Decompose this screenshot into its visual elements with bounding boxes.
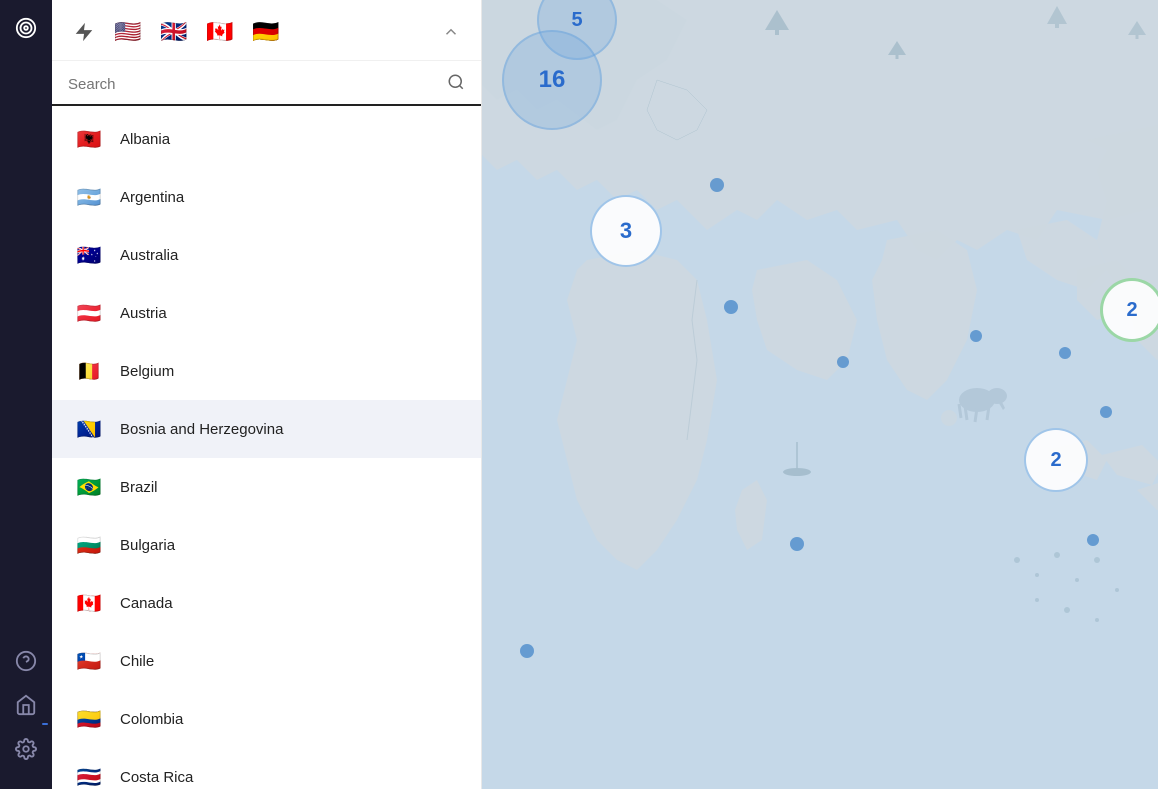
country-name: Costa Rica bbox=[120, 769, 193, 786]
germany-flag-btn[interactable]: 🇩🇪 bbox=[248, 14, 284, 50]
map-dot-5[interactable] bbox=[790, 537, 804, 551]
map-dot-3[interactable] bbox=[837, 356, 849, 368]
country-panel: 🇺🇸 🇬🇧 🇨🇦 🇩🇪 🇦🇱 Albania 🇦🇷 Argentina 🇦🇺 Austra… bbox=[52, 0, 482, 789]
collapse-btn[interactable] bbox=[437, 18, 465, 46]
country-name: Argentina bbox=[120, 189, 184, 206]
country-name: Albania bbox=[120, 131, 170, 148]
map-dot-9[interactable] bbox=[520, 644, 534, 658]
country-name: Bulgaria bbox=[120, 537, 175, 554]
target-icon-btn[interactable] bbox=[8, 10, 44, 46]
cluster-2-east[interactable]: 2 bbox=[1100, 278, 1158, 342]
country-item[interactable]: 🇧🇷 Brazil bbox=[52, 458, 481, 516]
country-item[interactable]: 🇨🇦 Canada bbox=[52, 574, 481, 632]
home-icon-btn[interactable] bbox=[8, 687, 44, 723]
country-flag: 🇨🇱 bbox=[72, 644, 106, 678]
map-dot-7[interactable] bbox=[1100, 406, 1112, 418]
country-list: 🇦🇱 Albania 🇦🇷 Argentina 🇦🇺 Australia 🇦🇹 Austria… bbox=[52, 106, 481, 789]
country-name: Colombia bbox=[120, 711, 183, 728]
country-flag: 🇧🇪 bbox=[72, 354, 106, 388]
help-icon-btn[interactable] bbox=[8, 643, 44, 679]
country-flag: 🇧🇬 bbox=[72, 528, 106, 562]
country-name: Brazil bbox=[120, 479, 158, 496]
search-icon[interactable] bbox=[447, 73, 465, 96]
country-flag: 🇨🇷 bbox=[72, 760, 106, 789]
badge-count bbox=[42, 723, 48, 725]
map-dot-1[interactable] bbox=[710, 178, 724, 192]
cluster-2-sea[interactable]: 2 bbox=[1024, 428, 1088, 492]
search-container bbox=[52, 61, 481, 106]
country-item[interactable]: 🇧🇪 Belgium bbox=[52, 342, 481, 400]
country-flag: 🇦🇹 bbox=[72, 296, 106, 330]
country-name: Belgium bbox=[120, 363, 174, 380]
country-item[interactable]: 🇦🇹 Austria bbox=[52, 284, 481, 342]
uk-flag-btn[interactable]: 🇬🇧 bbox=[156, 14, 192, 50]
country-item[interactable]: 🇧🇦 Bosnia and Herzegovina bbox=[52, 400, 481, 458]
country-flag: 🇨🇴 bbox=[72, 702, 106, 736]
country-name: Canada bbox=[120, 595, 173, 612]
map-dot-11[interactable] bbox=[1059, 347, 1071, 359]
country-item[interactable]: 🇦🇱 Albania bbox=[52, 110, 481, 168]
country-name: Bosnia and Herzegovina bbox=[120, 421, 283, 438]
country-flag: 🇦🇷 bbox=[72, 180, 106, 214]
country-flag: 🇦🇺 bbox=[72, 238, 106, 272]
canada-flag-btn[interactable]: 🇨🇦 bbox=[202, 14, 238, 50]
country-name: Australia bbox=[120, 247, 178, 264]
country-name: Austria bbox=[120, 305, 167, 322]
sidebar bbox=[0, 0, 52, 789]
country-flag: 🇨🇦 bbox=[72, 586, 106, 620]
country-item[interactable]: 🇨🇷 Costa Rica bbox=[52, 748, 481, 789]
country-item[interactable]: 🇦🇷 Argentina bbox=[52, 168, 481, 226]
settings-icon-btn[interactable] bbox=[8, 731, 44, 767]
country-flag: 🇧🇦 bbox=[72, 412, 106, 446]
country-flag: 🇧🇷 bbox=[72, 470, 106, 504]
flag-toolbar: 🇺🇸 🇬🇧 🇨🇦 🇩🇪 bbox=[52, 0, 481, 61]
map-dot-2[interactable] bbox=[724, 300, 738, 314]
country-name: Chile bbox=[120, 653, 154, 670]
map-dot-6[interactable] bbox=[1087, 534, 1099, 546]
country-flag: 🇦🇱 bbox=[72, 122, 106, 156]
lightning-btn[interactable] bbox=[68, 16, 100, 48]
usa-flag-btn[interactable]: 🇺🇸 bbox=[110, 14, 146, 50]
map-area: 16 5 3 2 2 bbox=[482, 0, 1158, 789]
country-item[interactable]: 🇧🇬 Bulgaria bbox=[52, 516, 481, 574]
search-row bbox=[68, 73, 465, 96]
cluster-3[interactable]: 3 bbox=[590, 195, 662, 267]
search-input[interactable] bbox=[68, 76, 439, 93]
country-item[interactable]: 🇨🇱 Chile bbox=[52, 632, 481, 690]
sidebar-bottom bbox=[8, 643, 44, 779]
country-item[interactable]: 🇦🇺 Australia bbox=[52, 226, 481, 284]
country-item[interactable]: 🇨🇴 Colombia bbox=[52, 690, 481, 748]
map-dot-4[interactable] bbox=[970, 330, 982, 342]
